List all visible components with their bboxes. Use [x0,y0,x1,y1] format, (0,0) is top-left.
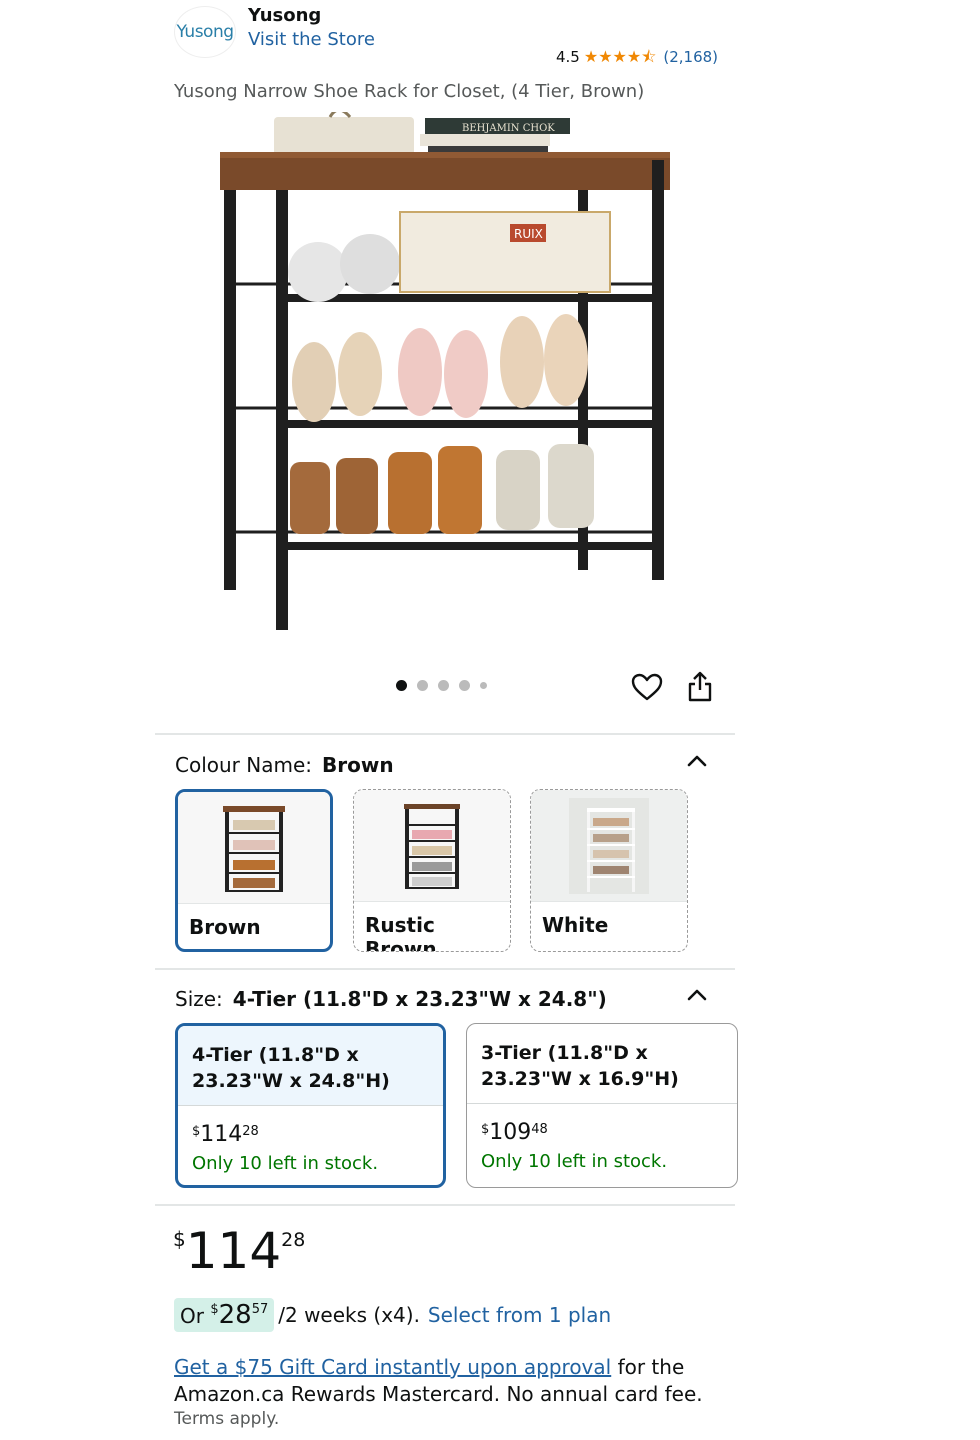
installment-currency: $ [210,1302,219,1317]
gift-card-offer-link[interactable]: Get a $75 Gift Card instantly upon appro… [174,1355,611,1379]
size-option-title: 4-Tier (11.8"D x 23.23"W x 24.8"H) [178,1026,443,1106]
wishlist-heart-icon[interactable] [631,672,663,702]
installment-plan: Or $2857 /2 weeks (x4). Select from 1 pl… [174,1298,611,1332]
brand-logo-text: Yusong [176,22,234,42]
swatch-thumbnail [531,790,687,902]
size-option-4-tier[interactable]: 4-Tier (11.8"D x 23.23"W x 24.8"H) $1142… [175,1023,446,1188]
price-cents: 28 [281,1229,306,1251]
credit-card-promo: Get a $75 Gift Card instantly upon appro… [174,1354,714,1408]
terms-apply: Terms apply. [174,1409,280,1429]
installment-cents: 57 [251,1302,269,1317]
swatch-label: White [542,913,609,937]
star-icon: ★ [598,47,613,66]
carousel-dot[interactable] [438,680,449,691]
size-selected-value: 4-Tier (11.8"D x 23.23"W x 24.8") [232,987,607,1011]
star-icon: ★ [583,47,599,66]
swatch-label: Brown [189,915,261,939]
rating[interactable]: 4.5 ★ ★ ★ ★ ⯪ (2,168) [556,48,718,66]
swatch-label: Rustic Brown [365,913,437,952]
size-option-title-line: 23.23"W x 24.8"H) [192,1070,390,1092]
visit-store-link[interactable]: Visit the Store [248,29,375,50]
carousel-dot[interactable] [459,680,470,691]
size-option-title-line: 4-Tier (11.8"D x [192,1044,359,1066]
colour-label: Colour Name: [175,753,312,777]
installment-amount-badge: Or $2857 [174,1298,275,1332]
book-spine-text: BEHJAMIN CHOK [462,123,555,134]
product-title: Yusong Narrow Shoe Rack for Closet, (4 T… [174,81,645,102]
price-currency: $ [173,1227,186,1251]
carousel-dot-active[interactable] [396,680,407,691]
stock-status: Only 10 left in stock. [481,1151,668,1172]
section-divider [155,733,735,735]
brand-name: Yusong [248,5,322,26]
carousel-dot[interactable] [480,682,487,689]
installment-prefix: Or [180,1304,204,1328]
share-icon[interactable] [686,671,714,703]
colour-option-brown[interactable]: Brown [175,789,333,952]
price-whole: 109 [489,1120,532,1145]
price-whole: 114 [185,1222,282,1280]
swatch-thumbnail [354,790,510,902]
installment-period: /2 weeks (x4). [278,1303,420,1327]
select-plan-link[interactable]: Select from 1 plan [428,1303,611,1327]
star-icon: ★ [612,47,627,66]
half-star-icon: ⯪ [641,47,657,66]
star-icon: ★ [626,47,642,66]
colour-option-white[interactable]: White [530,789,688,952]
size-label: Size: [175,987,223,1011]
section-divider [155,968,735,970]
size-option-3-tier[interactable]: 3-Tier (11.8"D x 23.23"W x 16.9"H) $1094… [466,1023,738,1188]
price-cents: 28 [242,1124,259,1139]
basket-tag-text: RUIX [514,227,543,241]
rating-value: 4.5 [556,48,580,66]
image-carousel-dots [396,680,487,691]
price-whole: 114 [200,1122,243,1147]
rating-stars: ★ ★ ★ ★ ⯪ [584,49,657,65]
brand-logo[interactable]: Yusong [174,6,236,58]
swatch-thumbnail [178,792,330,904]
size-option-price: $11428 [178,1106,443,1147]
installment-whole: 28 [218,1300,252,1330]
size-option-title-line: 3-Tier (11.8"D x [481,1042,648,1064]
size-option-title: 3-Tier (11.8"D x 23.23"W x 16.9"H) [467,1024,737,1104]
product-image[interactable]: BEHJAMIN CHOK RUIX [210,112,680,642]
size-option-title-line: 23.23"W x 16.9"H) [481,1068,679,1090]
carousel-dot[interactable] [417,680,428,691]
stock-status: Only 10 left in stock. [192,1153,379,1174]
chevron-up-icon[interactable] [686,752,708,768]
section-divider [155,1204,735,1206]
size-label-row: Size: 4-Tier (11.8"D x 23.23"W x 24.8") [175,987,607,1011]
colour-option-rustic-brown[interactable]: Rustic Brown [353,789,511,952]
colour-selected-value: Brown [322,753,394,777]
price-cents: 48 [531,1122,548,1137]
colour-label-row: Colour Name: Brown [175,753,394,777]
rating-count[interactable]: (2,168) [663,48,718,66]
chevron-up-icon[interactable] [686,986,708,1002]
product-price: $11428 [173,1226,305,1276]
size-option-price: $10948 [467,1104,737,1145]
